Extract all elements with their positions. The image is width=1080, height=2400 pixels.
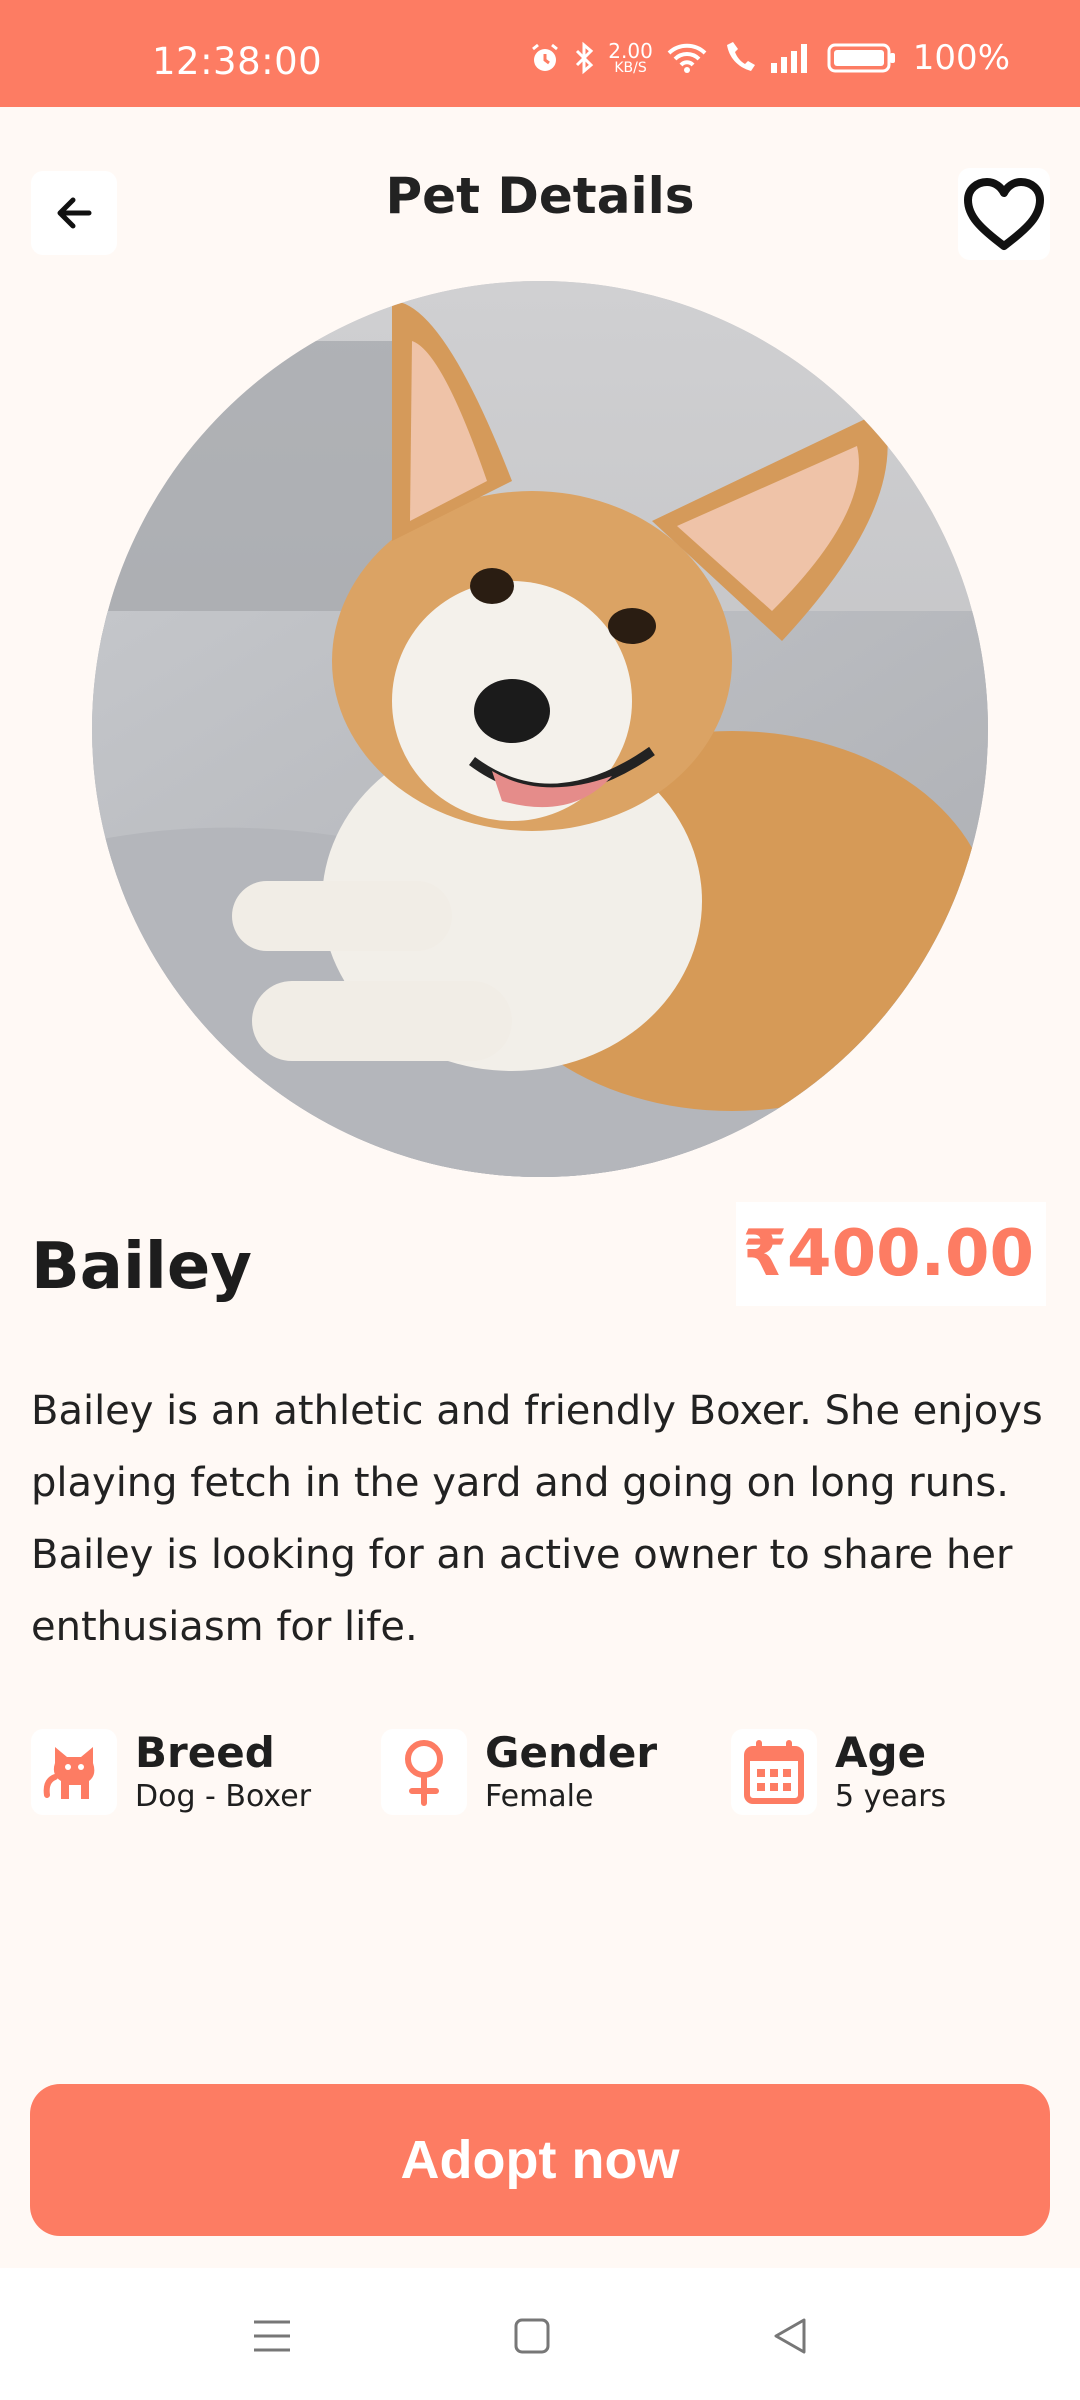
wifi-icon	[665, 41, 709, 75]
cat-icon	[43, 1747, 95, 1799]
female-icon	[405, 1740, 443, 1806]
corgi-illustration	[92, 281, 988, 1177]
info-gender: Gender Female	[381, 1728, 657, 1816]
calendar-icon	[744, 1740, 804, 1804]
adopt-now-button[interactable]: Adopt now	[30, 2084, 1050, 2236]
price-tag: ₹400.00	[736, 1202, 1046, 1306]
back-nav-button[interactable]	[770, 2316, 810, 2360]
home-button[interactable]	[512, 2316, 552, 2360]
breed-icon-box	[31, 1729, 117, 1815]
info-age: Age 5 years	[731, 1728, 946, 1816]
system-navigation-bar	[0, 2268, 1080, 2400]
breed-label: Breed	[135, 1728, 275, 1777]
pet-description: Bailey is an athletic and friendly Boxer…	[31, 1388, 1043, 1650]
heart-outline-icon	[964, 178, 1044, 250]
age-icon-box	[731, 1729, 817, 1815]
battery-percentage: 100%	[912, 38, 1010, 78]
gender-icon-box	[381, 1729, 467, 1815]
status-icons: 2.00 KB/S 100%	[528, 38, 1010, 78]
favorite-button[interactable]	[958, 168, 1050, 260]
pet-name: Bailey	[31, 1230, 252, 1304]
network-speed-value: 2.00	[608, 39, 653, 63]
breed-value: Dog - Boxer	[135, 1779, 312, 1814]
menu-icon	[254, 2320, 290, 2352]
network-speed: 2.00 KB/S	[608, 41, 653, 75]
gender-label: Gender	[485, 1728, 658, 1777]
network-speed-unit: KB/S	[614, 60, 647, 76]
pet-photo	[92, 281, 988, 1177]
page-title: Pet Details	[385, 167, 695, 225]
battery-icon	[827, 41, 897, 75]
status-bar: 12:38:00 2.00 KB/S 100%	[0, 0, 1080, 107]
age-label: Age	[835, 1728, 927, 1777]
signal-icon	[769, 41, 815, 75]
home-square-icon	[514, 2318, 550, 2354]
age-value: 5 years	[835, 1779, 947, 1814]
menu-button[interactable]	[252, 2316, 292, 2360]
bluetooth-icon	[574, 41, 596, 75]
gender-value: Female	[485, 1779, 594, 1814]
pet-price: ₹400.00	[742, 1217, 1035, 1291]
info-breed: Breed Dog - Boxer	[31, 1728, 311, 1816]
back-triangle-icon	[774, 2318, 806, 2354]
wifi-call-icon	[721, 41, 757, 75]
alarm-icon	[528, 41, 562, 75]
status-time: 12:38:00	[152, 40, 323, 83]
